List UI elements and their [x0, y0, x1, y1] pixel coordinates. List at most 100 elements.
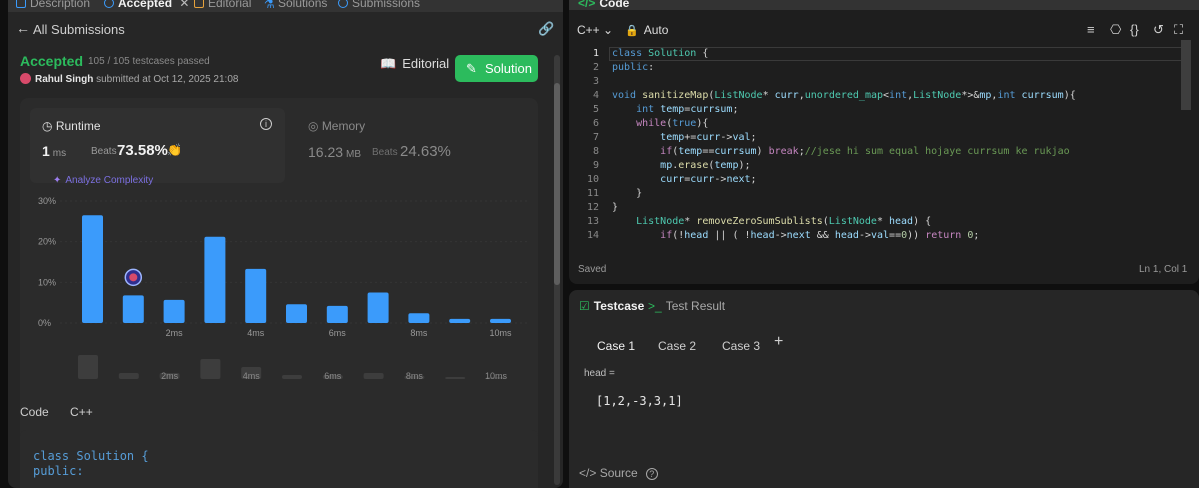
code-line[interactable]: if(temp==currsum) break;//jese hi sum eq… — [612, 146, 1069, 157]
scrollbar-thumb[interactable] — [554, 83, 560, 285]
back-row: ← All Submissions 🔗 — [8, 14, 563, 44]
editorial-button[interactable]: 📖 Editorial — [376, 56, 453, 82]
reset-icon[interactable]: ↺ — [1153, 22, 1164, 38]
fullscreen-icon[interactable]: ⛶ — [1174, 22, 1183, 38]
bar[interactable] — [163, 299, 185, 323]
x-tick-label: 6ms — [329, 328, 347, 338]
code-line[interactable]: } — [612, 202, 618, 213]
code-line[interactable]: int temp=currsum; — [612, 104, 738, 115]
bar[interactable] — [286, 304, 307, 323]
tab-description[interactable]: Description — [16, 0, 90, 10]
code-line[interactable]: ListNode* removeZeroSumSublists(ListNode… — [612, 216, 931, 227]
x-tick-label: 4ms — [247, 328, 265, 338]
add-case-button[interactable]: + — [774, 333, 783, 351]
bookmark-icon[interactable]: ⎔ — [1110, 22, 1121, 38]
code-line[interactable]: class Solution { — [612, 48, 708, 59]
memory-beats-label: Beats — [372, 147, 398, 158]
code-line[interactable]: if(!head || ( !head->next && head->val==… — [612, 230, 979, 241]
source-link[interactable]: </> Source? — [579, 466, 658, 480]
code-line[interactable]: while(true){ — [612, 118, 708, 129]
code-icon: </> — [579, 466, 600, 480]
snippet-line: class Solution { — [33, 449, 149, 463]
close-tab-icon[interactable]: ✕ — [179, 0, 189, 10]
edit-icon: ✎ — [466, 61, 477, 76]
code-section-lang: C++ — [70, 405, 93, 419]
all-submissions-link[interactable]: All Submissions — [33, 22, 125, 37]
author-row: Rahul Singh submitted at Oct 12, 2025 21… — [20, 73, 238, 85]
y-tick-label: 30% — [38, 196, 56, 206]
solution-button[interactable]: ✎ Solution — [455, 55, 538, 82]
line-number: 3 — [592, 76, 599, 87]
author-name[interactable]: Rahul Singh — [35, 74, 93, 85]
clock-icon: ◷ — [42, 119, 56, 133]
checkbox-icon: ☑ — [579, 299, 590, 313]
submissions-icon — [338, 0, 348, 8]
code-line[interactable]: public: — [612, 62, 654, 73]
tab-accepted[interactable]: Accepted ✕ — [104, 0, 189, 10]
tab-editorial[interactable]: Editorial — [194, 0, 251, 10]
case-3-tab[interactable]: Case 3 — [722, 336, 760, 356]
tab-testcase[interactable]: ☑ Testcase — [579, 299, 644, 313]
code-line[interactable]: mp.erase(temp); — [612, 160, 750, 171]
editor-scrollbar[interactable] — [1181, 40, 1191, 110]
editor-toolbar: C++ ⌄ 🔒 Auto ≡ ⎔ {} ↺ ⛶ — [569, 16, 1199, 40]
language-select[interactable]: C++ ⌄ — [577, 23, 613, 37]
braces-icon[interactable]: {} — [1130, 22, 1139, 37]
submission-status: Accepted — [20, 53, 84, 69]
description-icon — [16, 0, 26, 8]
bar[interactable] — [490, 318, 511, 323]
code-editor[interactable]: 1 2 3 4 5 6 7 8 9 10 11 12 13 14 class Solution { pub… — [569, 44, 1199, 254]
chart-range-selector[interactable]: 2ms 4ms 6ms 8ms 10ms — [68, 352, 518, 382]
auto-mode-toggle[interactable]: 🔒 Auto — [625, 23, 668, 37]
chevron-down-icon: ⌄ — [603, 23, 614, 37]
bar[interactable] — [204, 236, 226, 323]
tab-submissions[interactable]: Submissions — [338, 0, 420, 10]
submitted-time: submitted at Oct 12, 2025 21:08 — [96, 74, 239, 85]
minimap-bar — [445, 377, 466, 379]
info-icon[interactable]: i — [260, 118, 272, 130]
y-tick-label: 10% — [38, 277, 56, 287]
line-number: 6 — [592, 118, 599, 129]
x-tick-label: 8ms — [410, 328, 428, 338]
line-number: 12 — [586, 202, 599, 213]
back-arrow-icon[interactable]: ← — [16, 20, 30, 36]
code-line[interactable]: void sanitizeMap(ListNode* curr,unordere… — [612, 90, 1076, 101]
bar[interactable] — [449, 318, 471, 323]
avatar-marker-icon — [129, 273, 138, 282]
bar[interactable] — [122, 295, 144, 323]
analyze-complexity-link[interactable]: ✦ Analyze Complexity — [53, 175, 153, 186]
avatar[interactable] — [20, 73, 31, 84]
line-number: 10 — [586, 174, 599, 185]
bar[interactable] — [408, 313, 430, 323]
runtime-beats: 73.58% — [117, 142, 168, 159]
memory-title[interactable]: ◎ Memory — [308, 119, 365, 133]
code-icon: </> — [578, 0, 596, 10]
tab-test-result[interactable]: >_ Test Result — [648, 299, 725, 313]
case-1-tab[interactable]: Case 1 — [597, 336, 635, 356]
bar[interactable] — [245, 268, 267, 323]
minimap-bar — [282, 375, 302, 379]
tab-code[interactable]: </> Code — [578, 0, 629, 10]
minimap-tick-label: 2ms — [161, 371, 179, 381]
bar[interactable] — [82, 215, 103, 323]
help-icon[interactable]: ? — [645, 468, 658, 480]
saved-status: Saved — [578, 264, 607, 275]
param-input[interactable]: [1,2,-3,3,1] — [584, 387, 1184, 415]
code-line[interactable]: curr=curr->next; — [612, 174, 756, 185]
bar[interactable] — [326, 305, 348, 323]
code-line[interactable]: temp+=curr->val; — [612, 132, 756, 143]
code-tab-bar: </> Code — [569, 0, 1199, 10]
share-link-icon[interactable]: 🔗 — [538, 21, 554, 37]
y-tick-label: 20% — [38, 237, 56, 247]
runtime-box[interactable]: ◷ Runtime i 1 ms Beats 73.58% 👏 ✦ Analyze … — [30, 108, 285, 186]
code-line[interactable]: } — [612, 188, 642, 199]
case-2-tab[interactable]: Case 2 — [658, 336, 696, 356]
format-lines-icon[interactable]: ≡ — [1087, 22, 1095, 37]
line-number: 13 — [586, 216, 599, 227]
lock-icon: 🔒 — [625, 25, 639, 37]
minimap-bar — [200, 359, 221, 379]
history-icon — [104, 0, 114, 8]
x-tick-label: 2ms — [166, 328, 184, 338]
tab-solutions[interactable]: ⚗ Solutions — [264, 0, 327, 11]
bar[interactable] — [367, 292, 389, 324]
